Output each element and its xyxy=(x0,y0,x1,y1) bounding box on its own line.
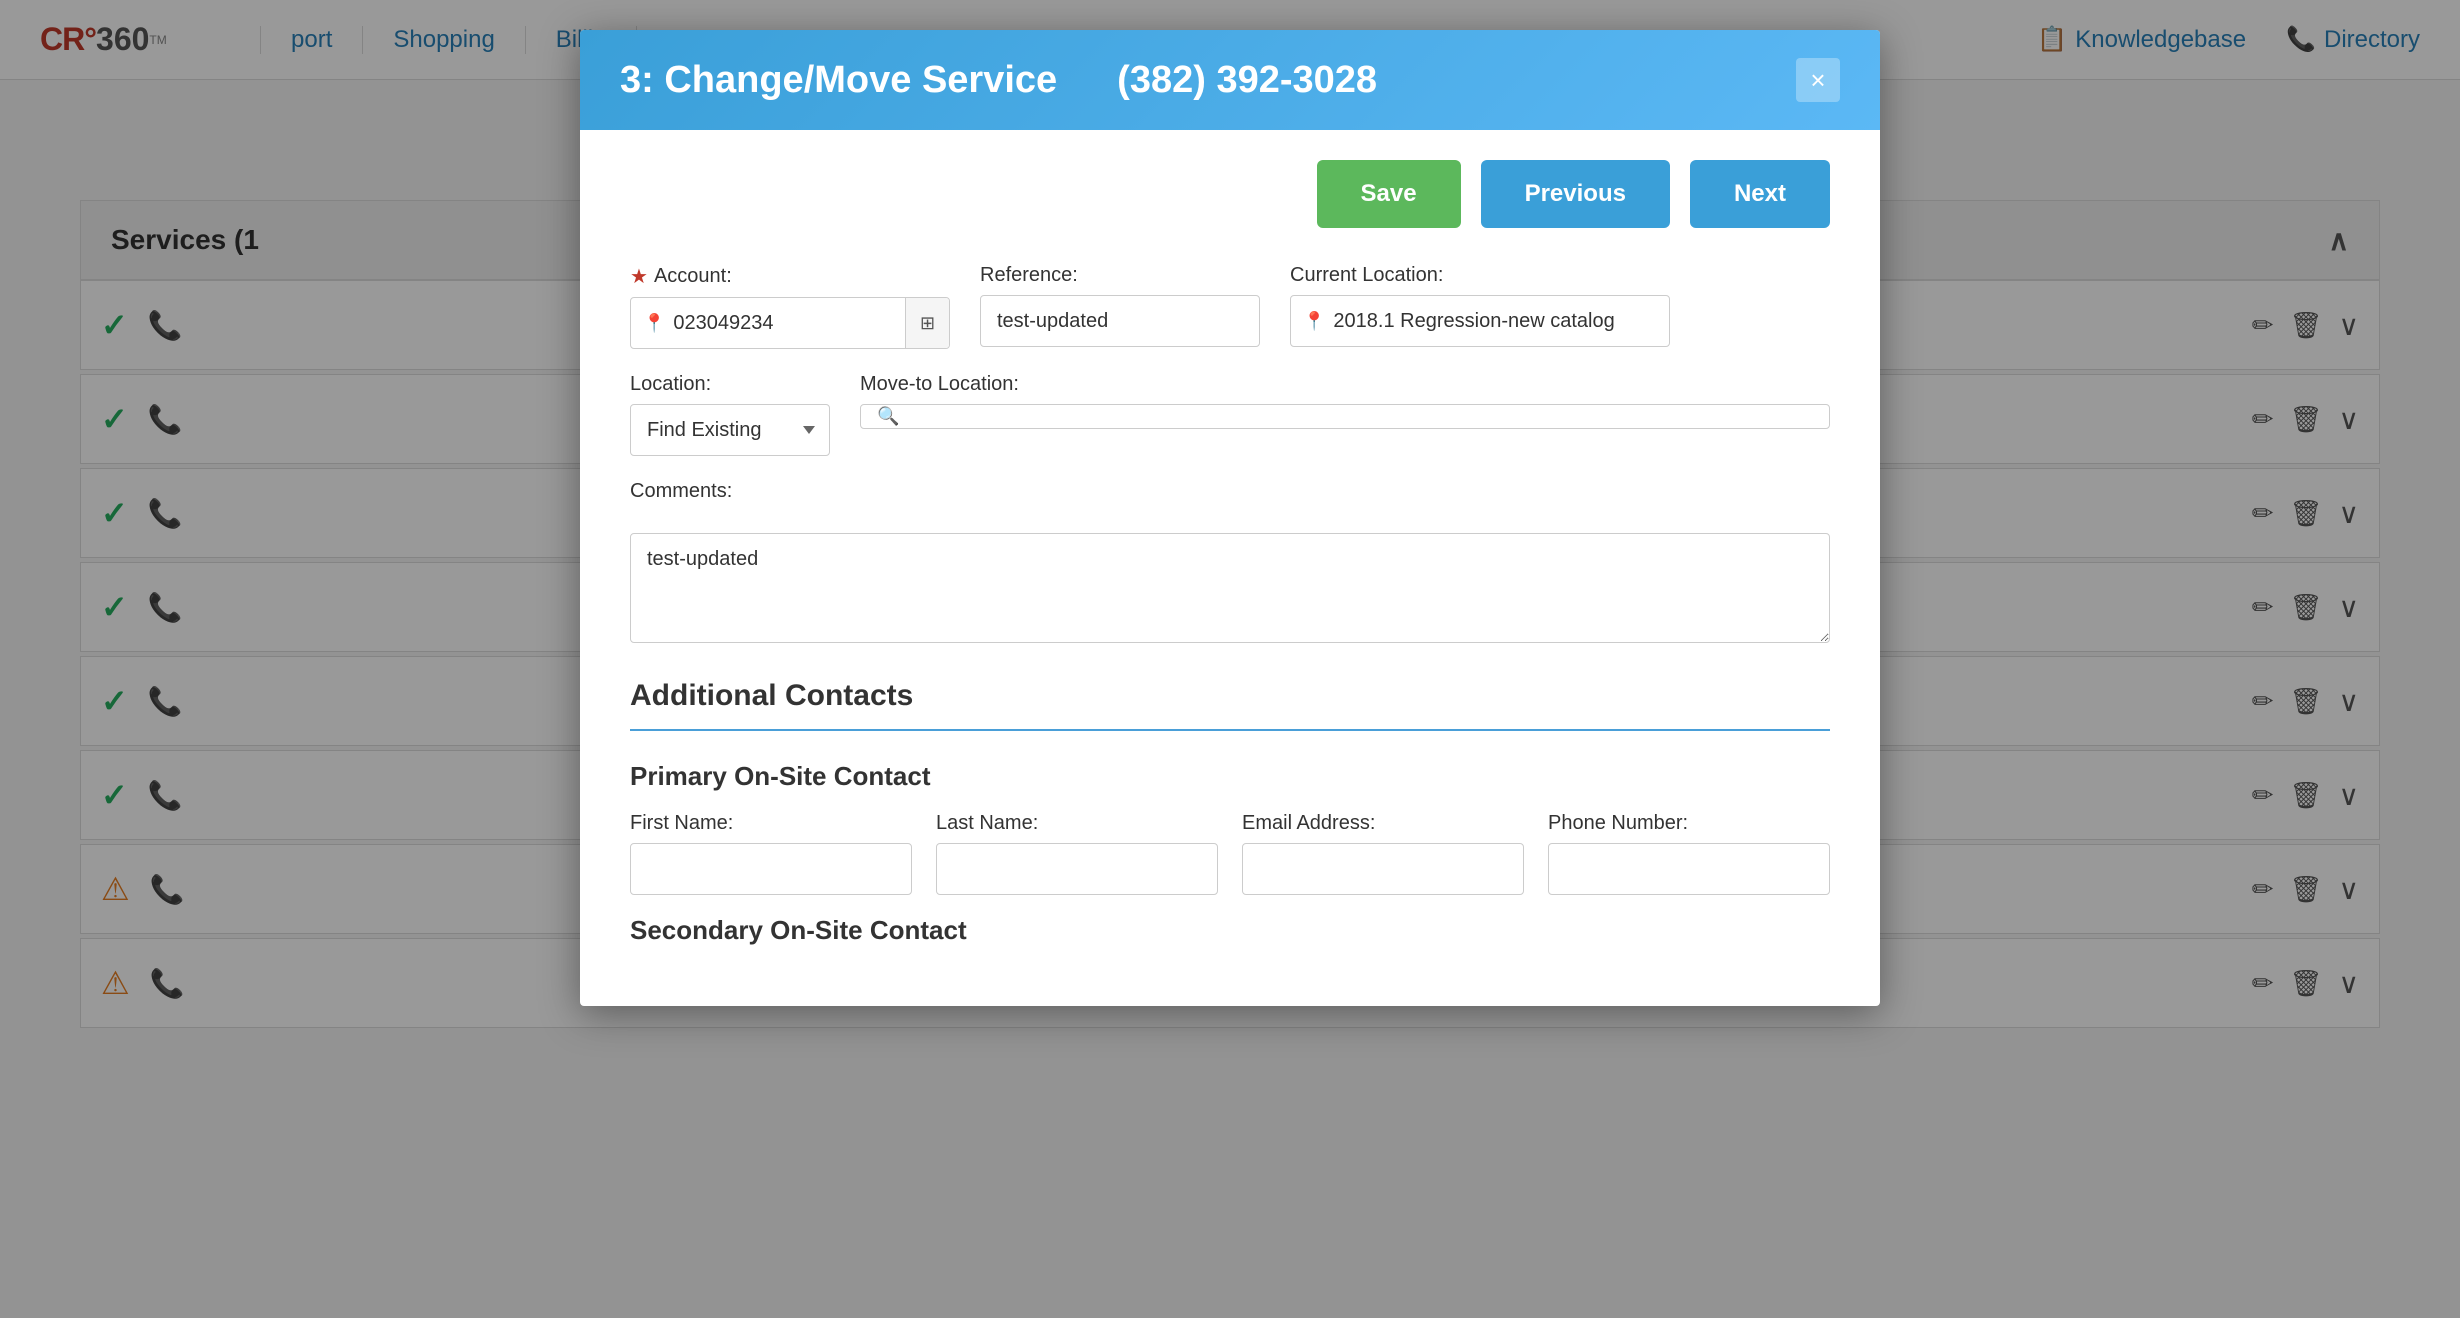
primary-phone-label: Phone Number: xyxy=(1548,812,1830,835)
move-to-location-input[interactable] xyxy=(907,405,1813,428)
form-row-3: Comments: test-updated xyxy=(630,480,1830,643)
move-to-location-label: Move-to Location: xyxy=(860,373,1830,396)
comments-label: Comments: xyxy=(630,480,732,503)
form-row-1: ★ Account: 📍 023049234 ⊞ xyxy=(630,264,1830,349)
search-icon: 🔍 xyxy=(877,406,899,427)
save-button[interactable]: Save xyxy=(1317,160,1461,228)
account-value: 023049234 xyxy=(673,312,773,335)
primary-email-label: Email Address: xyxy=(1242,812,1524,835)
form-row-2: Location: Find Existing Create New Move-… xyxy=(630,373,1830,456)
move-to-location-group: Move-to Location: 🔍 xyxy=(860,373,1830,429)
modal-phone-number: (382) 392-3028 xyxy=(1117,59,1377,102)
current-location-group: Current Location: 📍 2018.1 Regression-ne… xyxy=(1290,264,1670,347)
primary-contact-fields: First Name: Last Name: Email Address: Ph… xyxy=(630,812,1830,895)
primary-first-name-group: First Name: xyxy=(630,812,912,895)
modal-header: 3: Change/Move Service (382) 392-3028 × xyxy=(580,30,1880,130)
primary-email-input[interactable] xyxy=(1242,843,1524,895)
modal-body: Save Previous Next ★ Account: 📍 02304923… xyxy=(580,130,1880,1006)
primary-first-name-label: First Name: xyxy=(630,812,912,835)
location-select[interactable]: Find Existing Create New xyxy=(630,404,830,456)
change-move-service-modal: 3: Change/Move Service (382) 392-3028 × … xyxy=(580,30,1880,1006)
additional-contacts-title: Additional Contacts xyxy=(630,679,1830,713)
primary-last-name-label: Last Name: xyxy=(936,812,1218,835)
primary-phone-input[interactable] xyxy=(1548,843,1830,895)
previous-button[interactable]: Previous xyxy=(1481,160,1670,228)
grid-icon: ⊞ xyxy=(920,313,935,334)
primary-phone-group: Phone Number: xyxy=(1548,812,1830,895)
pin-icon: 📍 xyxy=(1303,311,1325,332)
location-label: Location: xyxy=(630,373,830,396)
current-location-text-area: 📍 2018.1 Regression-new catalog xyxy=(1291,310,1669,333)
account-input-wrapper: 📍 023049234 ⊞ xyxy=(630,297,950,349)
primary-last-name-input[interactable] xyxy=(936,843,1218,895)
primary-first-name-input[interactable] xyxy=(630,843,912,895)
account-lookup-button[interactable]: ⊞ xyxy=(905,298,949,348)
account-label: ★ Account: xyxy=(630,264,950,289)
location-group: Location: Find Existing Create New xyxy=(630,373,830,456)
modal-toolbar: Save Previous Next xyxy=(630,160,1830,228)
section-divider xyxy=(630,729,1830,731)
primary-email-group: Email Address: xyxy=(1242,812,1524,895)
required-star: ★ xyxy=(630,264,648,289)
reference-label: Reference: xyxy=(980,264,1260,287)
account-text-area: 📍 023049234 xyxy=(631,312,905,335)
reference-input[interactable] xyxy=(980,295,1260,347)
primary-contact-title: Primary On-Site Contact xyxy=(630,761,1830,792)
primary-last-name-group: Last Name: xyxy=(936,812,1218,895)
modal-close-button[interactable]: × xyxy=(1796,58,1840,102)
location-select-wrapper: Find Existing Create New xyxy=(630,404,830,456)
current-location-label: Current Location: xyxy=(1290,264,1670,287)
secondary-contact-title: Secondary On-Site Contact xyxy=(630,915,1830,946)
modal-overlay: 3: Change/Move Service (382) 392-3028 × … xyxy=(0,0,2460,1318)
reference-group: Reference: xyxy=(980,264,1260,347)
account-group: ★ Account: 📍 023049234 ⊞ xyxy=(630,264,950,349)
modal-title-prefix: 3: Change/Move Service xyxy=(620,59,1057,102)
pin-icon: 📍 xyxy=(643,313,665,334)
comments-textarea[interactable]: test-updated xyxy=(630,533,1830,643)
move-to-location-input-wrapper: 🔍 xyxy=(860,404,1830,429)
modal-title: 3: Change/Move Service (382) 392-3028 xyxy=(620,59,1377,102)
current-location-value: 2018.1 Regression-new catalog xyxy=(1333,310,1614,333)
current-location-input-wrapper: 📍 2018.1 Regression-new catalog xyxy=(1290,295,1670,347)
next-button[interactable]: Next xyxy=(1690,160,1830,228)
